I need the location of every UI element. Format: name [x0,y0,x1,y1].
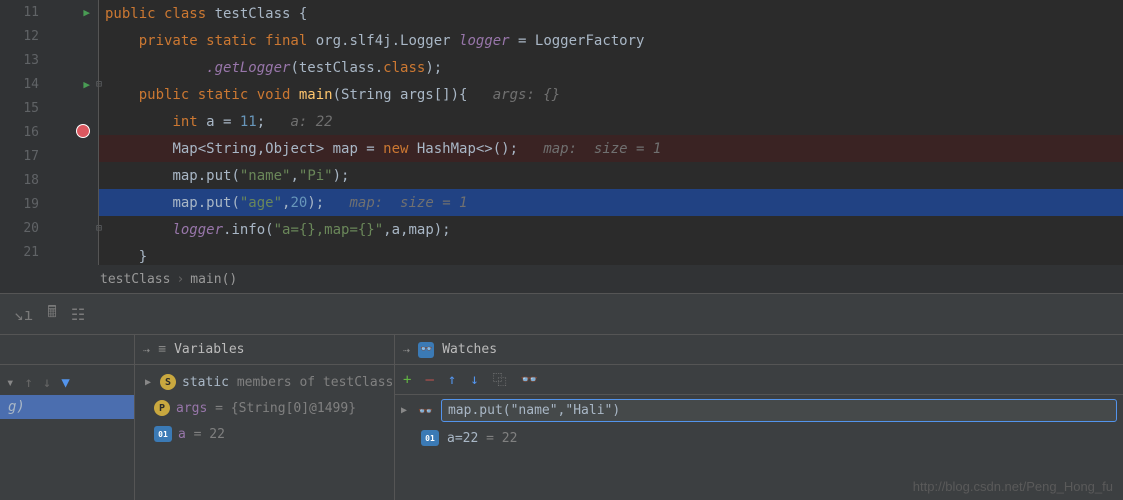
pin-icon[interactable]: ⇢ [143,343,150,357]
run-icon[interactable]: ▶ [83,6,90,19]
code-line-breakpoint[interactable]: Map<String,Object> map = new HashMap<>()… [99,135,1123,162]
breadcrumb-method[interactable]: main() [190,272,237,287]
frames-column: ▾ ↑ ↓ ▼ g) [0,335,135,500]
gutter-line[interactable]: 21 [0,241,98,265]
code-line[interactable]: int a = 11; a: 22 [99,108,1123,135]
gutter-line[interactable]: 14 ▶ ⊟ [0,72,98,96]
move-down-icon[interactable]: ↓ [470,372,478,388]
gutter-line[interactable]: 18 [0,169,98,193]
watches-panel: ⇢ 👓 Watches + — ↑ ↓ ⿻ 👓 ▶ 👓 01 a=22 = 22 [395,335,1123,500]
chevron-right-icon[interactable]: ▶ [401,405,407,416]
variables-body: ▶ S static members of testClass P args =… [135,365,394,451]
arrow-down-icon[interactable]: ↓ [43,375,51,391]
watermark: http://blog.csdn.net/Peng_Hong_fu [913,479,1113,494]
var-row-args[interactable]: P args = {String[0]@1499} [135,395,394,421]
editor-area: 11 ▶ 12 13 14 ▶ ⊟ 15 16 17 18 19 20 ⊟ 21… [0,0,1123,265]
code-line-execution[interactable]: map.put("age",20); map: size = 1 [99,189,1123,216]
code-line[interactable]: private static final org.slf4j.Logger lo… [99,27,1123,54]
variables-label: Variables [174,342,244,357]
gutter-line[interactable]: 17 [0,145,98,169]
code-line[interactable]: public static void main(String args[]){ … [99,81,1123,108]
gutter-line[interactable]: 15 [0,96,98,120]
variables-icon: ≡ [158,342,166,357]
filter-icon[interactable]: ▼ [61,375,69,391]
code-line[interactable]: map.put("name","Pi"); [99,162,1123,189]
debug-toolbar: ↘ı 🖩 ☷ [0,293,1123,335]
breadcrumb-sep-icon: › [176,272,184,287]
chevron-right-icon[interactable]: ▶ [145,377,151,388]
code-line[interactable]: public class testClass { [99,0,1123,27]
frames-header [0,335,134,365]
var-row-static[interactable]: ▶ S static members of testClass [135,369,394,395]
gutter-line[interactable]: 20 ⊟ [0,217,98,241]
move-up-icon[interactable]: ↑ [448,372,456,388]
watches-label: Watches [442,342,497,357]
primitive-badge-icon: 01 [154,426,172,442]
watches-toolbar: + — ↑ ↓ ⿻ 👓 [395,365,1123,395]
run-icon[interactable]: ▶ [83,78,90,91]
watches-icon: 👓 [418,342,434,358]
glasses-icon[interactable]: 👓 [521,372,538,388]
code-line[interactable]: } [99,243,1123,270]
breakpoint-icon[interactable] [76,124,90,142]
debug-panel: ▾ ↑ ↓ ▼ g) ⇢ ≡ Variables ▶ S static memb… [0,335,1123,500]
glasses-icon: 👓 [418,404,433,418]
evaluate-icon[interactable]: ↘ı [14,305,33,324]
param-badge-icon: P [154,400,170,416]
copy-icon[interactable]: ⿻ [493,370,507,390]
gutter-line[interactable]: 19 [0,193,98,217]
dropdown-icon[interactable]: ▾ [6,375,14,391]
settings-icon[interactable]: ☷ [71,305,85,324]
gutter-line[interactable]: 12 [0,24,98,48]
code-line[interactable]: logger.info("a={},map={}",a,map); [99,216,1123,243]
watches-header: ⇢ 👓 Watches [395,335,1123,365]
watch-result-row[interactable]: 01 a=22 = 22 [395,426,1123,450]
breadcrumb-class[interactable]: testClass [100,272,170,287]
code-line[interactable]: .getLogger(testClass.class); [99,54,1123,81]
pin-icon[interactable]: ⇢ [403,343,410,357]
variables-panel: ⇢ ≡ Variables ▶ S static members of test… [135,335,395,500]
static-badge-icon: S [160,374,176,390]
gutter: 11 ▶ 12 13 14 ▶ ⊟ 15 16 17 18 19 20 ⊟ 21 [0,0,98,265]
primitive-badge-icon: 01 [421,430,439,446]
frames-nav: ▾ ↑ ↓ ▼ [0,371,134,395]
arrow-up-icon[interactable]: ↑ [24,375,32,391]
var-row-a[interactable]: 01 a = 22 [135,421,394,447]
calculator-icon[interactable]: 🖩 [47,301,57,328]
add-watch-icon[interactable]: + [403,372,411,388]
gutter-line[interactable]: 11 ▶ [0,0,98,24]
variables-header: ⇢ ≡ Variables [135,335,394,365]
gutter-line[interactable]: 16 [0,120,98,144]
watch-expression-input[interactable] [441,399,1117,422]
remove-watch-icon[interactable]: — [425,372,433,388]
code-column[interactable]: public class testClass { private static … [98,0,1123,265]
frame-entry[interactable]: g) [0,395,134,419]
gutter-line[interactable]: 13 [0,48,98,72]
watch-input-row: ▶ 👓 [395,395,1123,426]
